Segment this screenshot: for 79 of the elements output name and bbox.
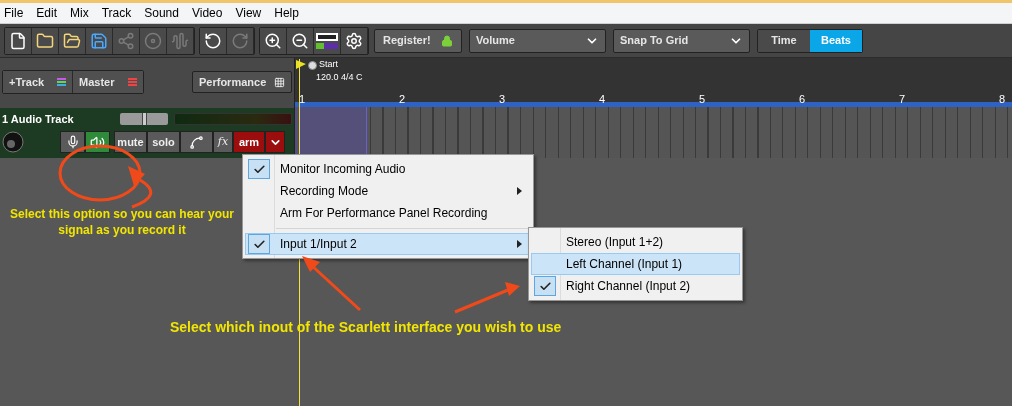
bar-number: 8 <box>998 91 1007 107</box>
menu-item[interactable]: View <box>235 4 262 22</box>
save-button[interactable] <box>86 27 113 54</box>
midi-icon <box>316 32 338 49</box>
automation-button[interactable] <box>180 131 213 153</box>
pan-fader[interactable] <box>120 113 168 125</box>
volume-select[interactable]: Volume <box>469 28 606 53</box>
snap-select[interactable]: Snap To Grid <box>613 28 750 53</box>
annotation-text: Select this option so you can hear your signal as you record it <box>8 206 235 238</box>
menu-item[interactable]: Sound <box>144 4 179 22</box>
bar-number: 5 <box>698 91 707 107</box>
waveform-icon <box>171 31 189 50</box>
grid-icon <box>274 76 285 88</box>
save-icon <box>90 31 108 50</box>
folder-icon <box>36 31 54 50</box>
music-folder-icon <box>63 31 81 50</box>
menu-item[interactable]: Help <box>274 4 299 22</box>
arrow-drawing <box>302 256 361 312</box>
undo-icon <box>204 31 222 50</box>
register-button[interactable]: Register! <box>374 28 462 53</box>
envelope-icon <box>189 134 204 150</box>
bar-number: 4 <box>598 91 607 107</box>
microphone-icon <box>65 135 80 149</box>
menu-option[interactable]: Right Channel (Input 2) <box>531 275 740 297</box>
new-file-icon <box>9 31 27 50</box>
color-bars-icon <box>128 78 137 86</box>
tempo-label: 120.0 4/4 C <box>316 71 363 84</box>
zoom-in-icon <box>264 31 282 50</box>
master-button[interactable]: Master <box>73 71 143 93</box>
knob-icon[interactable] <box>2 131 24 153</box>
disc-button[interactable] <box>140 27 167 54</box>
bar-number: 1 <box>298 91 307 107</box>
menu-option[interactable]: Monitor Incoming Audio <box>245 158 531 180</box>
menu-option[interactable]: Arm For Performance Panel Recording <box>245 202 531 224</box>
music-folder-button[interactable] <box>59 27 86 54</box>
track-name: 1 Audio Track <box>2 111 75 127</box>
share-button[interactable] <box>113 27 140 54</box>
fx-button[interactable]: fx <box>213 131 233 153</box>
settings-icon <box>345 31 363 50</box>
menu-item[interactable]: Mix <box>70 4 89 22</box>
menu-item[interactable]: Video <box>191 4 223 22</box>
menu-item[interactable]: Edit <box>36 4 58 22</box>
color-bars-icon <box>57 78 66 86</box>
zoom-out-icon <box>291 31 309 50</box>
arrow-drawing <box>128 166 153 209</box>
view-mode-tab[interactable]: Time <box>758 29 810 52</box>
add-track-button[interactable]: +Track <box>3 71 73 93</box>
menu-option[interactable]: Left Channel (Input 1) <box>531 253 740 275</box>
solo-button[interactable]: solo <box>147 131 180 153</box>
new-file-button[interactable] <box>5 27 32 54</box>
menu-option[interactable]: Input 1/Input 2 <box>245 233 531 255</box>
waveform-button[interactable] <box>167 27 194 54</box>
lock-icon <box>441 34 453 47</box>
redo-button[interactable] <box>227 27 254 54</box>
arm-button[interactable]: arm <box>233 131 265 153</box>
metronome-icon <box>308 60 317 70</box>
menu-item[interactable]: File <box>4 4 24 22</box>
performance-button[interactable]: Performance <box>192 71 292 93</box>
bar-number: 2 <box>398 91 407 107</box>
redo-icon <box>231 31 249 50</box>
share-icon <box>117 31 135 50</box>
arrow-drawing <box>454 282 520 314</box>
arm-dropdown-button[interactable] <box>265 131 285 153</box>
zoom-in-button[interactable] <box>260 27 287 54</box>
menu-item[interactable]: Track <box>101 4 132 22</box>
folder-button[interactable] <box>32 27 59 54</box>
settings-button[interactable] <box>341 27 368 54</box>
bar-number: 6 <box>798 91 807 107</box>
zoom-out-button[interactable] <box>287 27 314 54</box>
menu-option[interactable]: Recording Mode <box>245 180 531 202</box>
input-button[interactable] <box>60 131 85 153</box>
mute-button[interactable]: mute <box>114 131 147 153</box>
menu-option[interactable]: Stereo (Input 1+2) <box>531 231 740 253</box>
midi-button[interactable] <box>314 27 341 54</box>
start-marker: Start <box>319 58 338 72</box>
disc-icon <box>144 31 162 50</box>
bar-number: 3 <box>498 91 507 107</box>
bar-number: 7 <box>898 91 907 107</box>
undo-button[interactable] <box>200 27 227 54</box>
